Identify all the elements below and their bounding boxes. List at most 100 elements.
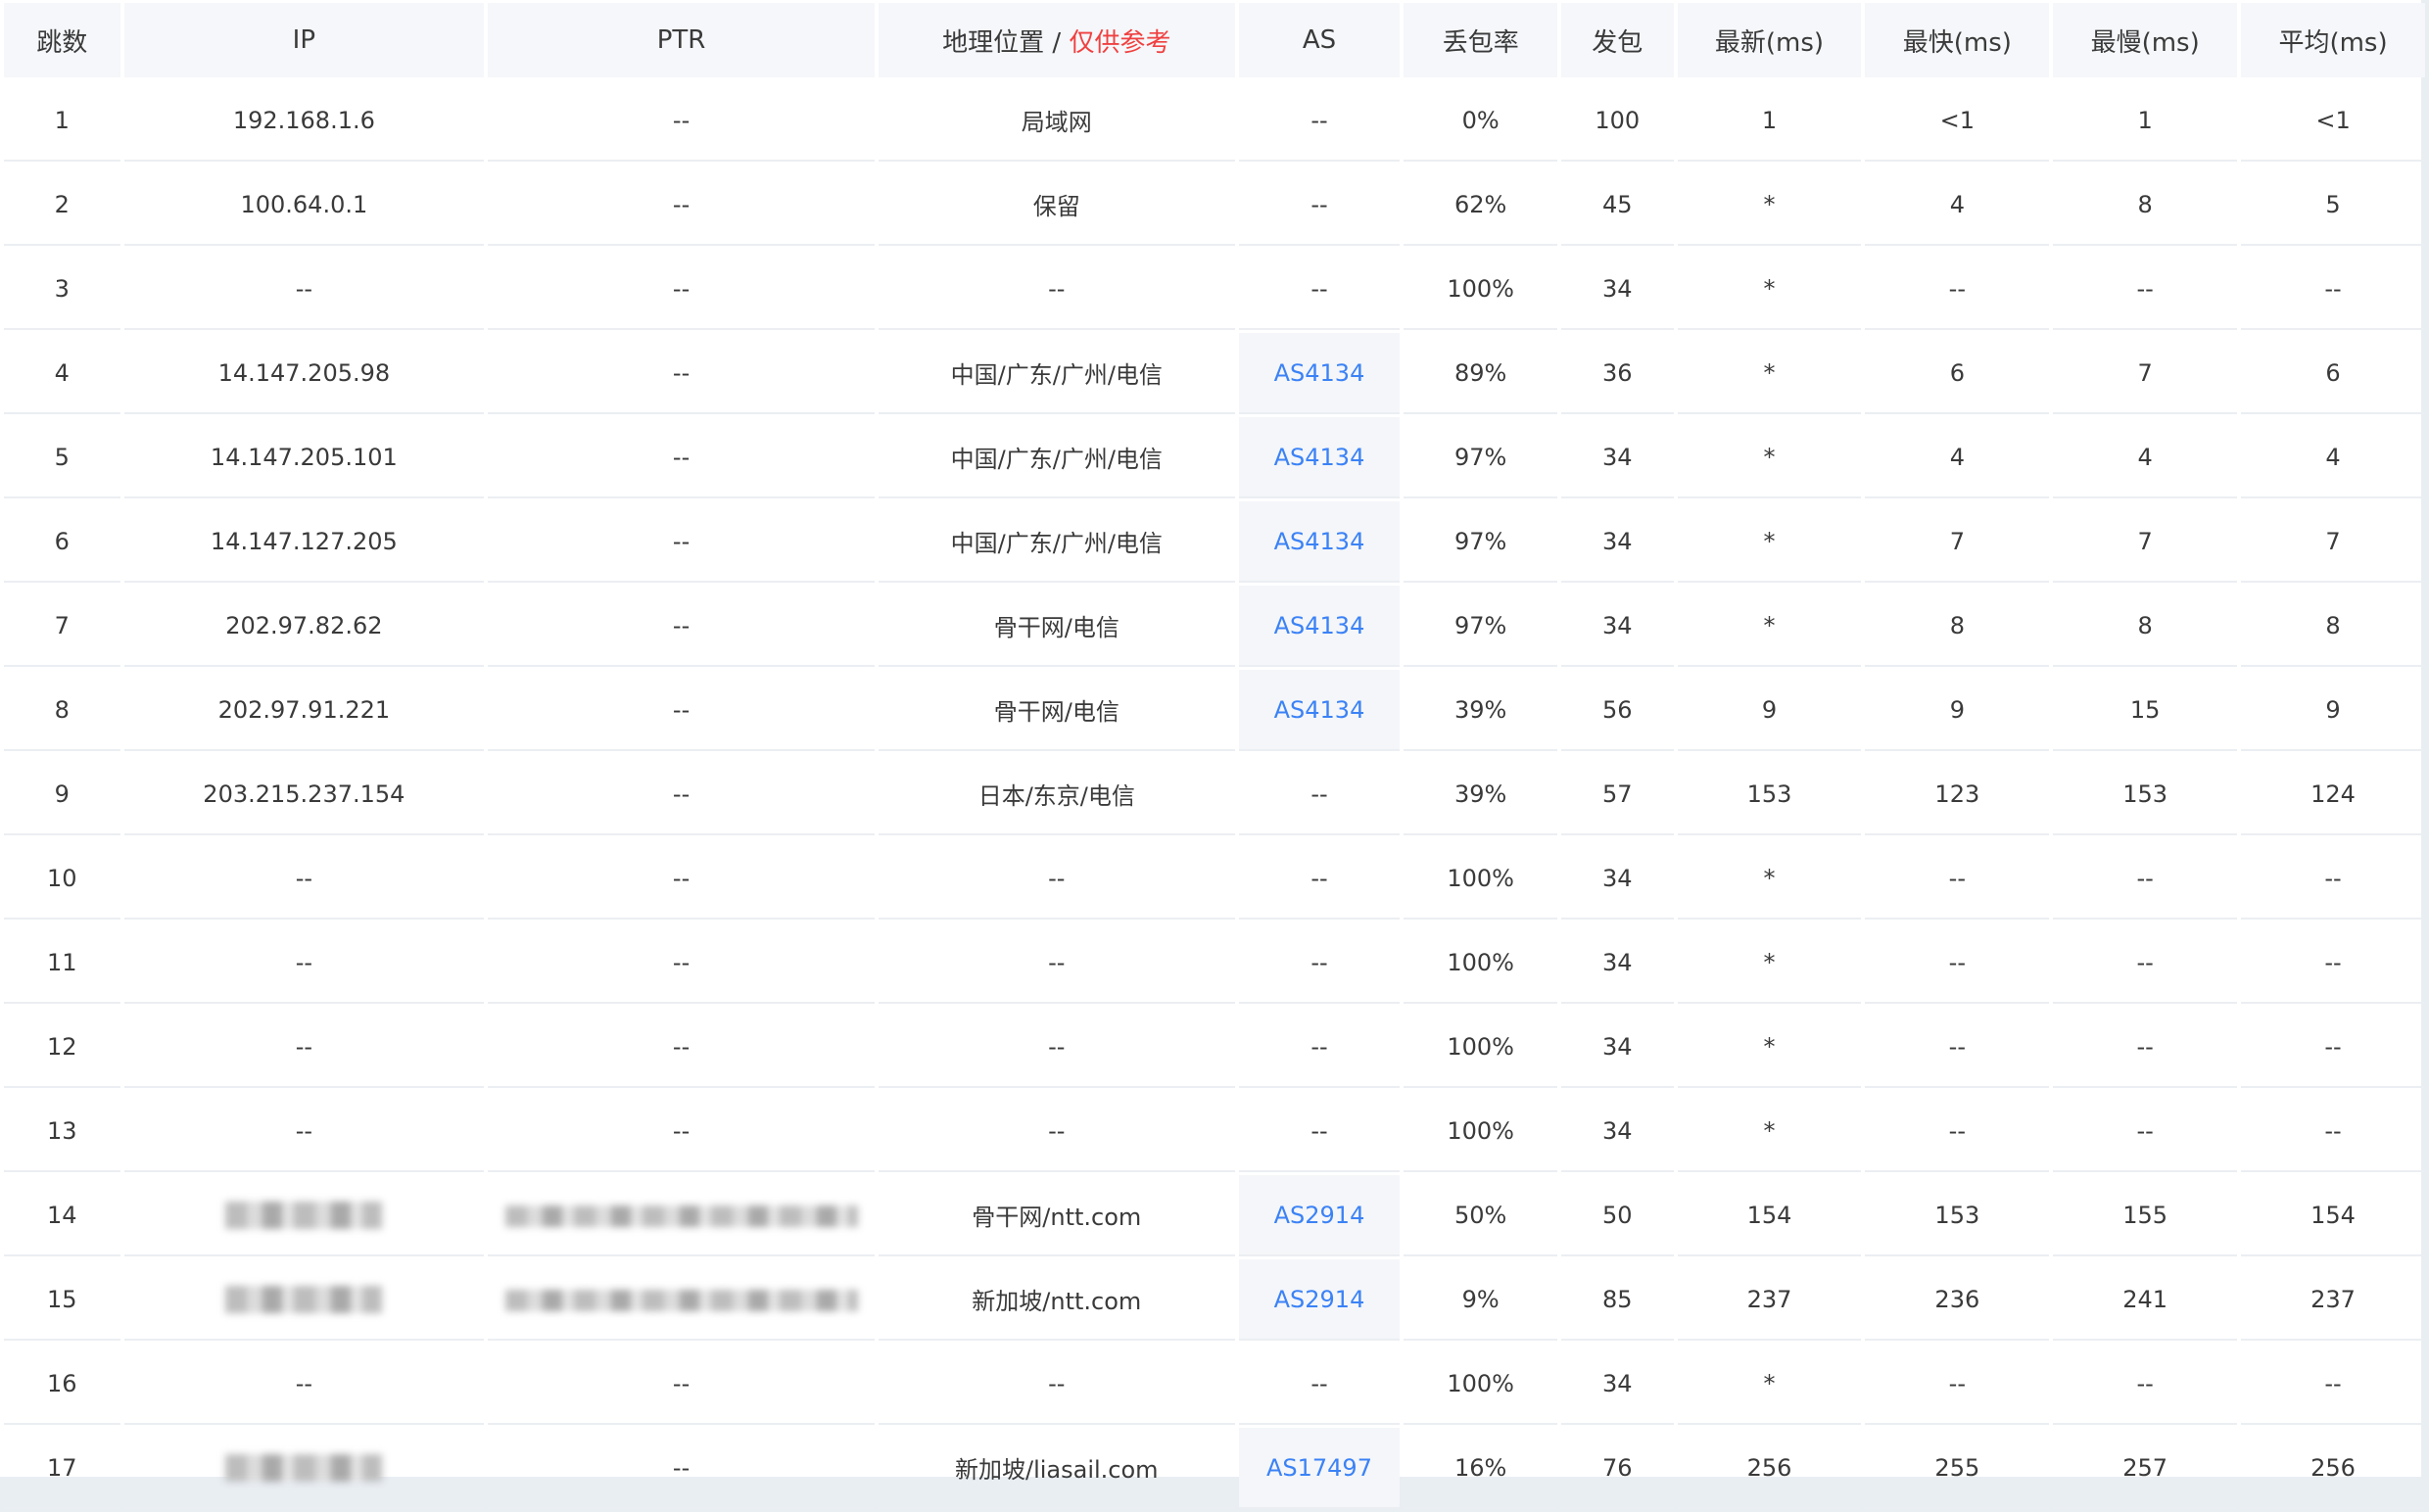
as-link[interactable]: AS17497 [1266, 1454, 1372, 1482]
as-link[interactable]: AS4134 [1274, 528, 1365, 555]
cell-ip: 202.97.91.221 [123, 670, 485, 751]
col-header-as: AS [1238, 3, 1401, 77]
cell-ptr: -- [488, 838, 875, 920]
cell-as: AS4134 [1238, 670, 1401, 751]
table-row: 9 203.215.237.154 -- 日本/东京/电信 -- 39% 57 153 123 1… [4, 754, 2425, 835]
cell-as: -- [1238, 80, 1401, 162]
cell-loss: 97% [1404, 586, 1558, 667]
cell-avg: -- [2241, 922, 2425, 1004]
as-link[interactable]: AS4134 [1274, 696, 1365, 724]
cell-worst: 8 [2053, 165, 2238, 246]
cell-best: -- [1865, 1091, 2050, 1172]
cell-as: -- [1238, 838, 1401, 920]
cell-geo: 新加坡/ntt.com [878, 1259, 1235, 1341]
col-header-avg: 平均(ms) [2241, 3, 2425, 77]
cell-worst: 7 [2053, 333, 2238, 414]
cell-best: 7 [1865, 501, 2050, 583]
cell-loss: 100% [1404, 1091, 1558, 1172]
col-header-last: 最新(ms) [1677, 3, 1862, 77]
cell-as: -- [1238, 922, 1401, 1004]
table-row: 7 202.97.82.62 -- 骨干网/电信 AS4134 97% 34 * 8 8 8 [4, 586, 2425, 667]
geo-header-note: 仅供参考 [1069, 27, 1171, 58]
cell-last: 154 [1677, 1175, 1862, 1256]
cell-sent: 57 [1561, 754, 1674, 835]
cell-ptr: -- [488, 249, 875, 330]
cell-geo: -- [878, 922, 1235, 1004]
cell-avg: 7 [2241, 501, 2425, 583]
cell-hop: 16 [4, 1344, 120, 1425]
cell-geo: -- [878, 1007, 1235, 1088]
cell-last: * [1677, 165, 1862, 246]
cell-hop: 8 [4, 670, 120, 751]
table-row: 10 -- -- -- -- 100% 34 * -- -- -- [4, 838, 2425, 920]
cell-loss: 100% [1404, 249, 1558, 330]
cell-geo: 骨干网/电信 [878, 586, 1235, 667]
cell-loss: 16% [1404, 1428, 1558, 1509]
cell-last: * [1677, 333, 1862, 414]
cell-sent: 50 [1561, 1175, 1674, 1256]
cell-ip: -- [123, 838, 485, 920]
as-link[interactable]: AS4134 [1274, 612, 1365, 639]
cell-sent: 45 [1561, 165, 1674, 246]
trace-panel: 跳数 IP PTR 地理位置 / 仅供参考 AS 丢包率 发包 最新(ms) 最… [0, 0, 2425, 1509]
cell-ip: 14.147.127.205 [123, 501, 485, 583]
cell-loss: 39% [1404, 754, 1558, 835]
cell-ptr: -- [488, 670, 875, 751]
cell-geo: 中国/广东/广州/电信 [878, 417, 1235, 498]
cell-geo: -- [878, 1091, 1235, 1172]
cell-worst: 15 [2053, 670, 2238, 751]
cell-ptr: -- [488, 1091, 875, 1172]
cell-hop: 12 [4, 1007, 120, 1088]
cell-avg: 8 [2241, 586, 2425, 667]
cell-as: AS4134 [1238, 586, 1401, 667]
cell-ip: -- [123, 1007, 485, 1088]
as-link[interactable]: AS2914 [1274, 1202, 1365, 1229]
cell-best: 123 [1865, 754, 2050, 835]
cell-hop: 9 [4, 754, 120, 835]
cell-geo: 新加坡/liasail.com [878, 1428, 1235, 1509]
cell-ptr: -- [488, 1007, 875, 1088]
cell-hop: 14 [4, 1175, 120, 1256]
as-link[interactable]: AS4134 [1274, 359, 1365, 387]
cell-as: AS4134 [1238, 333, 1401, 414]
cell-worst: -- [2053, 249, 2238, 330]
cell-geo: -- [878, 249, 1235, 330]
cell-last: * [1677, 1344, 1862, 1425]
cell-best: <1 [1865, 80, 2050, 162]
cell-ptr: -- [488, 754, 875, 835]
cell-sent: 36 [1561, 333, 1674, 414]
cell-sent: 34 [1561, 922, 1674, 1004]
col-header-loss: 丢包率 [1404, 3, 1558, 77]
cell-worst: -- [2053, 922, 2238, 1004]
table-row: 6 14.147.127.205 -- 中国/广东/广州/电信 AS4134 97% 34 *… [4, 501, 2425, 583]
cell-ip: 14.147.205.98 [123, 333, 485, 414]
cell-hop: 2 [4, 165, 120, 246]
as-link[interactable]: AS4134 [1274, 444, 1365, 471]
cell-ip: 14.147.205.101 [123, 417, 485, 498]
col-header-best: 最快(ms) [1865, 3, 2050, 77]
table-body: 1 192.168.1.6 -- 局域网 -- 0% 100 1 <1 1 <1 2 100.64.0.… [4, 80, 2425, 1509]
cell-hop: 1 [4, 80, 120, 162]
table-row: 13 -- -- -- -- 100% 34 * -- -- -- [4, 1091, 2425, 1172]
cell-loss: 100% [1404, 838, 1558, 920]
cell-as: -- [1238, 1344, 1401, 1425]
table-row: 5 14.147.205.101 -- 中国/广东/广州/电信 AS4134 97% 34 *… [4, 417, 2425, 498]
cell-loss: 50% [1404, 1175, 1558, 1256]
cell-worst: 257 [2053, 1428, 2238, 1509]
cell-hop: 5 [4, 417, 120, 498]
cell-worst: -- [2053, 1091, 2238, 1172]
cell-ptr [488, 1175, 875, 1256]
cell-loss: 97% [1404, 417, 1558, 498]
cell-geo: -- [878, 1344, 1235, 1425]
cell-as: -- [1238, 1007, 1401, 1088]
cell-best: 9 [1865, 670, 2050, 751]
cell-best: -- [1865, 1007, 2050, 1088]
table-header-row: 跳数 IP PTR 地理位置 / 仅供参考 AS 丢包率 发包 最新(ms) 最… [4, 3, 2425, 77]
cell-loss: 100% [1404, 1344, 1558, 1425]
cell-last: * [1677, 922, 1862, 1004]
traceroute-table: 跳数 IP PTR 地理位置 / 仅供参考 AS 丢包率 发包 最新(ms) 最… [0, 0, 2429, 1512]
cell-last: * [1677, 501, 1862, 583]
as-link[interactable]: AS2914 [1274, 1286, 1365, 1313]
cell-last: * [1677, 1007, 1862, 1088]
col-header-ptr: PTR [488, 3, 875, 77]
